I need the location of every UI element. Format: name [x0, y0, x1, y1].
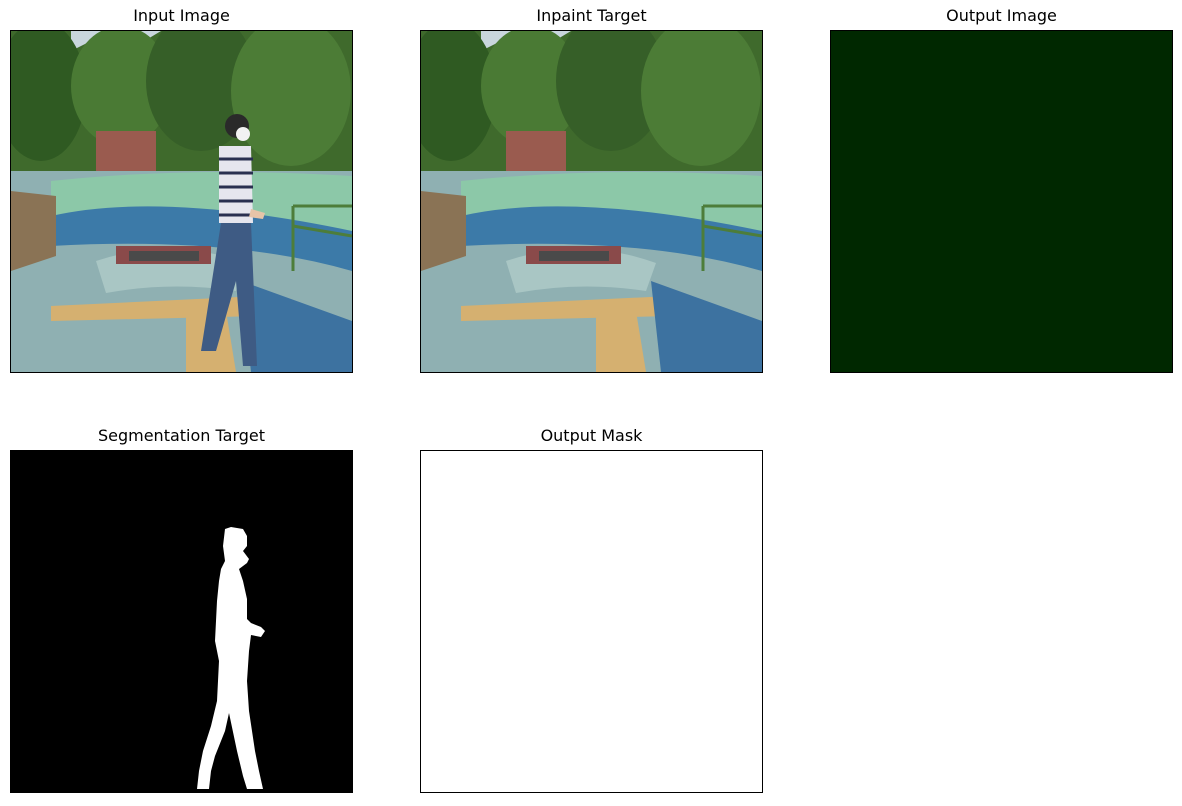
- output-mask-image: [421, 451, 762, 792]
- segmentation-target-title: Segmentation Target: [97, 426, 266, 445]
- inpaint-target-panel: [420, 30, 763, 373]
- segmentation-target-image: [11, 451, 352, 792]
- input-image: [11, 31, 352, 372]
- segmentation-target-panel: [10, 450, 353, 793]
- inpaint-target-title: Inpaint Target: [536, 6, 647, 25]
- inpaint-target-image: [421, 31, 762, 372]
- input-image-panel: [10, 30, 353, 373]
- output-image: [831, 31, 1172, 372]
- input-image-title: Input Image: [133, 6, 230, 25]
- output-image-title: Output Image: [946, 6, 1057, 25]
- output-mask-title: Output Mask: [540, 426, 643, 445]
- output-image-panel: [830, 30, 1173, 373]
- output-mask-panel: [420, 450, 763, 793]
